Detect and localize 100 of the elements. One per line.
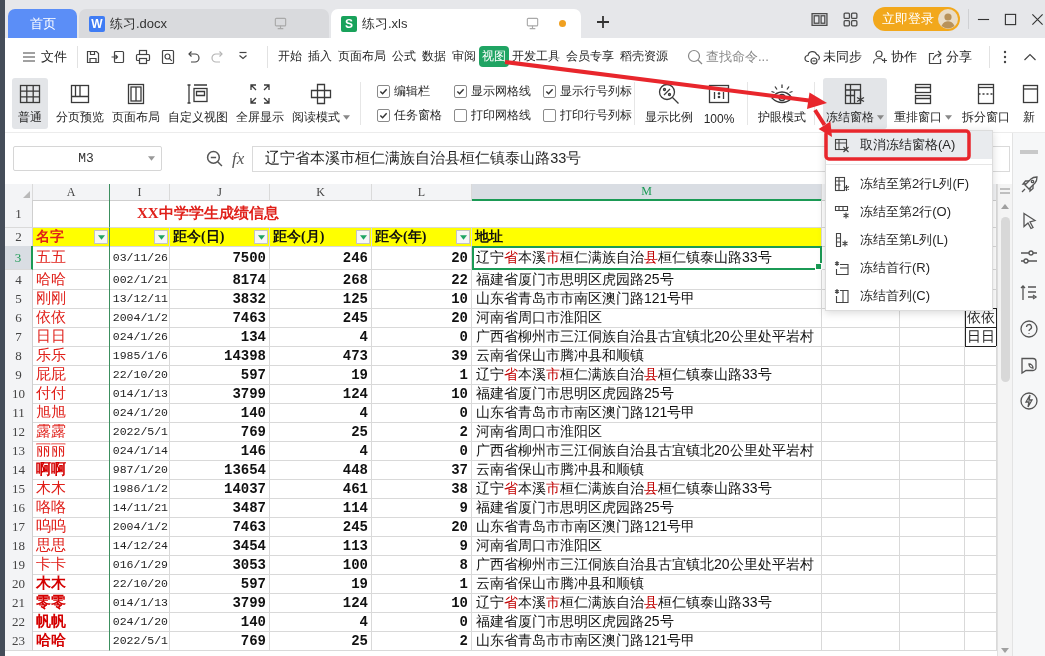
- zoom-icon: [657, 82, 681, 106]
- filter-button[interactable]: [154, 230, 168, 244]
- row-header[interactable]: 18: [5, 536, 33, 556]
- help-icon[interactable]: [1019, 319, 1039, 339]
- ribbon-button[interactable]: 分页预览: [56, 78, 104, 129]
- ribbon-button[interactable]: 自定义视图: [168, 78, 228, 129]
- zoom-out-icon[interactable]: [206, 150, 223, 167]
- fill-handle[interactable]: [815, 263, 822, 270]
- row-header[interactable]: 6: [5, 308, 33, 328]
- checkbox-label[interactable]: 显示行号列标: [560, 83, 632, 101]
- ribbon-button[interactable]: 重排窗口: [891, 78, 955, 129]
- row-header[interactable]: 16: [5, 498, 33, 518]
- row-header[interactable]: 17: [5, 517, 33, 537]
- filter-button[interactable]: [356, 230, 370, 244]
- ribbon-button[interactable]: 普通: [12, 78, 48, 129]
- ribbon-button[interactable]: 100%: [701, 78, 737, 129]
- function-label[interactable]: fx: [232, 148, 245, 169]
- swap-icon[interactable]: [1019, 283, 1039, 303]
- ribbon-button[interactable]: 阅读模式: [292, 78, 350, 129]
- filter-button[interactable]: [94, 230, 108, 244]
- tab[interactable]: S 练习.xls: [331, 9, 581, 38]
- row-header[interactable]: 21: [5, 593, 33, 613]
- sliders-icon[interactable]: [1019, 247, 1039, 267]
- checkbox[interactable]: [454, 85, 467, 99]
- print-preview-icon[interactable]: [160, 48, 176, 65]
- checkbox-label[interactable]: 任务窗格: [394, 106, 442, 124]
- collapse-handle-icon[interactable]: [1020, 150, 1038, 154]
- checkbox-label[interactable]: 打印行号列标: [560, 106, 632, 124]
- checkbox-label[interactable]: 编辑栏: [394, 83, 430, 101]
- row-header[interactable]: 4: [5, 270, 33, 290]
- checkbox-label[interactable]: 打印网格线: [471, 106, 531, 124]
- row-header[interactable]: 22: [5, 612, 33, 632]
- menu-tab[interactable]: 页面布局: [335, 46, 389, 67]
- apps-grid-icon[interactable]: [842, 10, 859, 28]
- save-icon[interactable]: [85, 48, 101, 65]
- chat-leaf-icon[interactable]: [1019, 355, 1039, 375]
- scrollbar-thumb[interactable]: [1000, 217, 1010, 382]
- search-field[interactable]: 查找命令...: [687, 48, 784, 65]
- checkbox[interactable]: [377, 85, 390, 99]
- ribbon-button[interactable]: 显示比例: [645, 78, 693, 129]
- maximize-icon[interactable]: [1004, 12, 1017, 26]
- row-header[interactable]: 1: [5, 200, 33, 228]
- menu-tab[interactable]: 开始: [275, 46, 305, 67]
- filter-button[interactable]: [456, 230, 470, 244]
- row-header[interactable]: 12: [5, 422, 33, 442]
- row-header[interactable]: 9: [5, 365, 33, 385]
- checkbox[interactable]: [454, 108, 467, 122]
- menu-item[interactable]: 冻结至第2行L列(F): [826, 170, 992, 198]
- menu-item[interactable]: 冻结至第L列(L): [826, 226, 992, 254]
- menu-tab[interactable]: 插入: [305, 46, 335, 67]
- row-header[interactable]: 8: [5, 346, 33, 366]
- ribbon-button[interactable]: 护眼模式: [758, 78, 806, 129]
- close-icon[interactable]: [1031, 12, 1044, 26]
- row-header[interactable]: 13: [5, 441, 33, 461]
- row-header[interactable]: 20: [5, 574, 33, 594]
- column-header[interactable]: L: [372, 184, 472, 201]
- rocket-icon[interactable]: [1019, 175, 1039, 195]
- menu-item[interactable]: 冻结首行(R): [826, 254, 992, 282]
- menu-tab[interactable]: 公式: [389, 46, 419, 67]
- checkbox-label[interactable]: 显示网格线: [471, 83, 531, 101]
- menu-tab[interactable]: 审阅: [449, 46, 479, 67]
- filter-button[interactable]: [254, 230, 268, 244]
- ribbon-button[interactable]: 全屏显示: [236, 78, 284, 129]
- plus-icon[interactable]: [595, 14, 611, 30]
- menu-tab[interactable]: 开发工具: [509, 46, 563, 67]
- checkbox[interactable]: [543, 108, 556, 122]
- split-handle-icon[interactable]: [1000, 188, 1010, 194]
- column-header[interactable]: K: [270, 184, 372, 201]
- column-header[interactable]: J: [170, 184, 270, 201]
- ribbon-button[interactable]: 页面布局: [112, 78, 160, 129]
- menu-item[interactable]: 冻结至第2行(O): [826, 198, 992, 226]
- row-header[interactable]: 11: [5, 403, 33, 423]
- ribbon-button[interactable]: 新: [1017, 78, 1041, 129]
- row-header[interactable]: 15: [5, 479, 33, 499]
- checkbox[interactable]: [543, 85, 556, 99]
- lightning-icon[interactable]: [1019, 391, 1039, 411]
- row-header[interactable]: 19: [5, 555, 33, 575]
- action-button[interactable]: 分享: [927, 47, 972, 66]
- tab[interactable]: W 练习.docx: [79, 9, 329, 38]
- action-button[interactable]: 未同步: [804, 47, 862, 66]
- action-button[interactable]: 协作: [872, 47, 917, 66]
- row-header[interactable]: 5: [5, 289, 33, 309]
- menu-item[interactable]: 冻结首列(C): [826, 282, 992, 310]
- row-header[interactable]: 14: [5, 460, 33, 480]
- dual-screen-icon[interactable]: [811, 10, 828, 28]
- export-icon[interactable]: [110, 48, 126, 65]
- row-header[interactable]: 7: [5, 327, 33, 347]
- file-menu-button[interactable]: 文件: [18, 45, 70, 68]
- column-header[interactable]: I: [110, 184, 170, 201]
- name-box[interactable]: M3: [13, 146, 162, 171]
- menu-tab[interactable]: 数据: [419, 46, 449, 67]
- ribbon-button[interactable]: 冻结窗格: [823, 78, 887, 129]
- print-icon[interactable]: [135, 48, 151, 65]
- row-header[interactable]: 10: [5, 384, 33, 404]
- column-header[interactable]: A: [33, 184, 110, 201]
- ribbon-button[interactable]: 拆分窗口: [959, 78, 1013, 129]
- checkbox[interactable]: [377, 108, 390, 122]
- menu-tab[interactable]: 稻壳资源: [617, 46, 671, 67]
- menu-tab[interactable]: 会员专享: [563, 46, 617, 67]
- row-header[interactable]: 23: [5, 631, 33, 651]
